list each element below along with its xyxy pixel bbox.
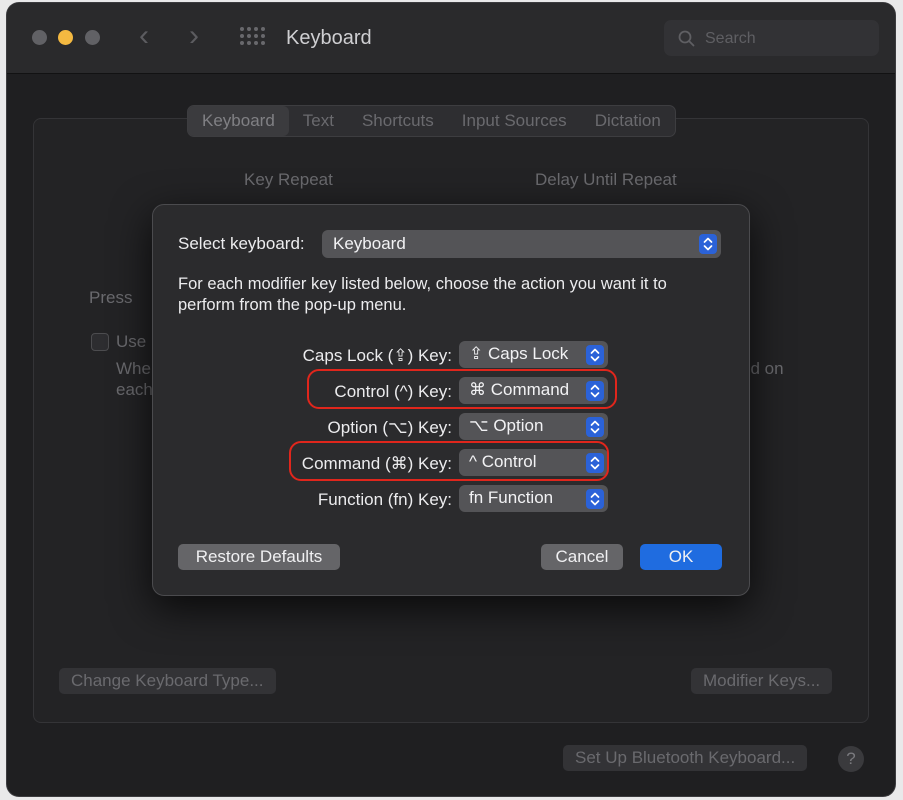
back-chevron-icon[interactable]: ‹	[139, 21, 149, 51]
set-up-bluetooth-keyboard-button[interactable]: Set Up Bluetooth Keyboard...	[563, 745, 808, 771]
tab-text[interactable]: Text	[289, 106, 348, 136]
each-text: each	[116, 380, 153, 399]
change-keyboard-type-button[interactable]: Change Keyboard Type...	[59, 668, 276, 694]
caps-lock-row: Caps Lock (⇪) Key: ⇪ Caps Lock	[153, 341, 749, 369]
title-bar: ‹ › Keyboard Search	[7, 3, 895, 74]
help-button[interactable]: ?	[838, 746, 864, 772]
up-down-chevron-icon	[586, 489, 604, 509]
function-popup[interactable]: fn Function	[459, 485, 608, 512]
caps-lock-key-label: Caps Lock (⇪) Key:	[302, 346, 452, 365]
modifier-keys-button[interactable]: Modifier Keys...	[691, 668, 833, 694]
caps-lock-popup[interactable]: ⇪ Caps Lock	[459, 341, 608, 368]
select-keyboard-popup[interactable]: Keyboard	[322, 230, 721, 258]
select-keyboard-value: Keyboard	[333, 234, 406, 253]
delay-until-repeat-label: Delay Until Repeat	[535, 170, 677, 189]
up-down-chevron-icon	[586, 417, 604, 437]
function-row: Function (fn) Key: fn Function	[153, 485, 749, 513]
tab-bar: Keyboard Text Shortcuts Input Sources Di…	[187, 105, 676, 137]
caps-lock-value: ⇪ Caps Lock	[469, 344, 569, 363]
close-window-button[interactable]	[32, 30, 47, 45]
press-globe-text: Press	[89, 288, 133, 307]
function-value: fn Function	[469, 488, 554, 507]
use-text: Use	[116, 332, 147, 351]
option-key-label: Option (⌥) Key:	[327, 418, 452, 437]
up-down-chevron-icon	[699, 234, 717, 254]
window-title: Keyboard	[286, 27, 372, 49]
tab-dictation[interactable]: Dictation	[581, 106, 675, 136]
key-repeat-label: Key Repeat	[244, 170, 333, 189]
option-row: Option (⌥) Key: ⌥ Option	[153, 413, 749, 441]
search-field[interactable]: Search	[664, 20, 879, 56]
minimize-window-button[interactable]	[58, 30, 73, 45]
cancel-button[interactable]: Cancel	[541, 544, 623, 570]
when-text: Whe	[116, 359, 151, 378]
up-down-chevron-icon	[586, 345, 604, 365]
control-row-highlight	[307, 369, 617, 409]
ok-button[interactable]: OK	[640, 544, 722, 570]
instructions-text: For each modifier key listed below, choo…	[178, 275, 667, 314]
tab-shortcuts[interactable]: Shortcuts	[348, 106, 448, 136]
modifier-keys-sheet: Select keyboard: Keyboard For each modif…	[152, 204, 750, 596]
function-key-label: Function (fn) Key:	[317, 490, 452, 509]
option-value: ⌥ Option	[469, 416, 544, 435]
grid-icon[interactable]	[240, 27, 265, 47]
tab-keyboard[interactable]: Keyboard	[188, 106, 289, 136]
tab-input-sources[interactable]: Input Sources	[448, 106, 581, 136]
use-checkbox[interactable]	[91, 333, 109, 351]
zoom-window-button[interactable]	[85, 30, 100, 45]
search-placeholder: Search	[705, 30, 756, 47]
forward-chevron-icon[interactable]: ›	[189, 21, 199, 51]
option-popup[interactable]: ⌥ Option	[459, 413, 608, 440]
select-keyboard-label: Select keyboard:	[178, 234, 305, 253]
command-row-highlight	[289, 441, 609, 481]
magnifier-icon	[678, 30, 695, 47]
restore-defaults-button[interactable]: Restore Defaults	[178, 544, 340, 570]
